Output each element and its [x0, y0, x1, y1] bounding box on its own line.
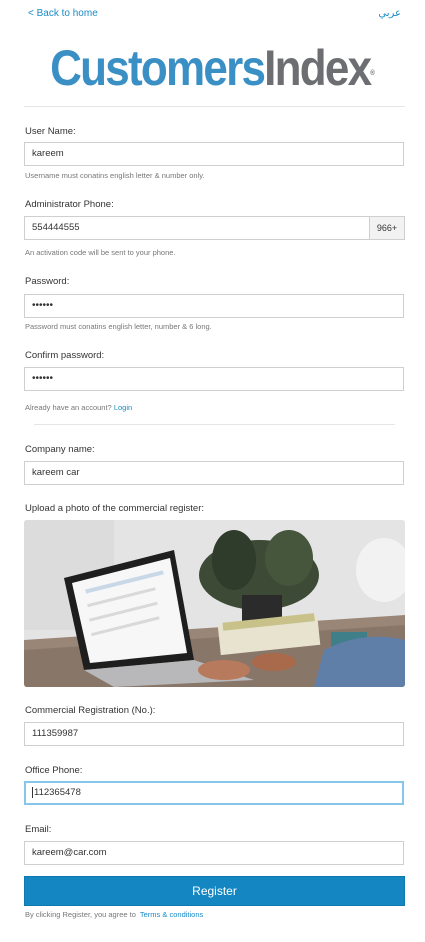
have-account-text: Already have an account? Login — [25, 403, 132, 412]
logo-text-part1: Customers — [50, 40, 266, 96]
customersindex-logo: CustomersIndex® — [26, 38, 400, 98]
password-hint: Password must conatins english letter, n… — [25, 322, 212, 331]
confirm-password-input[interactable]: •••••• — [24, 367, 404, 391]
text-caret — [32, 786, 33, 798]
commercial-register-photo[interactable] — [24, 520, 405, 687]
header-divider — [24, 106, 405, 107]
confirm-password-label: Confirm password: — [25, 350, 105, 361]
admin-phone-label: Administrator Phone: — [25, 199, 114, 210]
commercial-registration-input[interactable]: 111359987 — [24, 722, 404, 746]
email-input[interactable]: kareem@car.com — [24, 841, 404, 865]
company-name-label: Company name: — [25, 444, 95, 455]
email-label: Email: — [25, 824, 52, 835]
commercial-registration-label: Commercial Registration (No.): — [25, 705, 156, 716]
terms-conditions-link[interactable]: Terms & conditions — [140, 910, 203, 919]
username-hint: Username must conatins english letter & … — [25, 171, 205, 180]
photo-upload-label: Upload a photo of the commercial registe… — [25, 503, 205, 514]
logo-text-part2: Index — [264, 40, 372, 96]
password-label: Password: — [25, 276, 70, 287]
have-account-label: Already have an account? — [25, 403, 112, 412]
office-phone-input[interactable]: 112365478 — [24, 781, 404, 805]
registered-mark: ® — [370, 70, 375, 77]
section-divider — [34, 424, 395, 425]
register-button[interactable]: Register — [24, 876, 405, 906]
language-toggle-link[interactable]: عربي — [378, 8, 401, 19]
admin-phone-input[interactable]: 554444555 — [24, 216, 370, 240]
password-input[interactable]: •••••• — [24, 294, 404, 318]
admin-phone-hint: An activation code will be sent to your … — [25, 248, 176, 257]
back-to-home-link[interactable]: < Back to home — [28, 8, 98, 19]
username-label: User Name: — [25, 126, 76, 137]
username-input[interactable]: kareem — [24, 142, 404, 166]
top-bar: < Back to home عربي — [0, 0, 425, 30]
laptop-desk-photo — [24, 520, 405, 687]
company-name-input[interactable]: kareem car — [24, 461, 404, 485]
country-code-prefix: 966+ — [369, 216, 405, 240]
login-link[interactable]: Login — [114, 403, 132, 412]
terms-text: By clicking Register, you agree to Terms … — [25, 910, 203, 919]
office-phone-label: Office Phone: — [25, 765, 83, 776]
office-phone-value: 112365478 — [34, 787, 81, 798]
terms-label: By clicking Register, you agree to — [25, 910, 136, 919]
